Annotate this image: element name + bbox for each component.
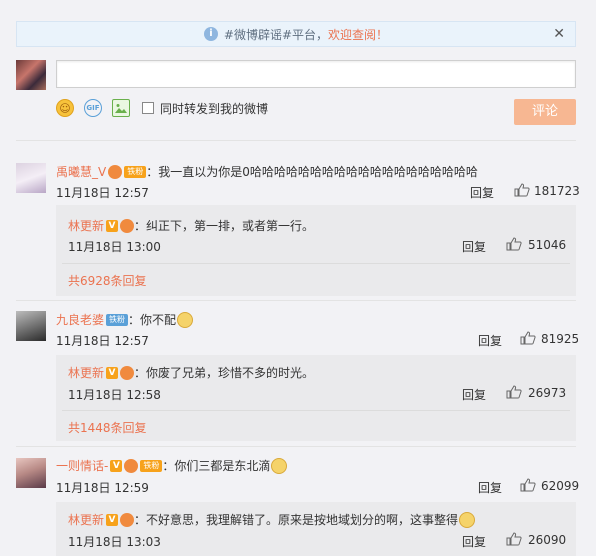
avatar[interactable] (16, 60, 46, 90)
like-icon[interactable] (506, 532, 522, 546)
divider (16, 446, 576, 447)
emoji-icon (177, 311, 194, 328)
gif-icon[interactable]: GIF (84, 99, 102, 117)
reply-button[interactable]: 回复 (462, 386, 486, 403)
like-icon[interactable] (520, 478, 536, 492)
sub-username[interactable]: 林更新 (68, 364, 104, 381)
sync-checkbox[interactable] (142, 102, 154, 114)
divider (16, 140, 576, 141)
like-icon[interactable] (514, 183, 530, 197)
notice-link[interactable]: 欢迎查阅！ (328, 26, 388, 43)
divider (16, 300, 576, 301)
emoji-icon[interactable]: ☺ (56, 99, 74, 117)
comment-input[interactable] (56, 60, 576, 88)
sub-text: ：你废了兄弟，珍惜不多的时光。 (134, 366, 315, 380)
more-replies-link[interactable]: 共1448条回复 (68, 419, 147, 436)
weibo-comment-panel: i #微博辟谣#平台， 欢迎查阅！ ✕ ☺ GIF 同时转发到我的微博 评论 禹… (0, 0, 596, 556)
comment-text: ：我一直以为你是0哈哈哈哈哈哈哈哈哈哈哈哈哈哈哈哈哈哈哈 (146, 165, 478, 179)
reply-button[interactable]: 回复 (462, 533, 486, 550)
info-icon: i (203, 27, 218, 41)
like-icon[interactable] (506, 237, 522, 251)
sub-reply-line: 林更新 V ：你废了兄弟，珍惜不多的时光。 (68, 364, 314, 381)
like-count: 51046 (528, 238, 567, 252)
reply-button[interactable]: 回复 (462, 238, 486, 255)
verified-icon: V (106, 366, 119, 379)
medal-icon (108, 164, 123, 179)
like-icon[interactable] (520, 331, 536, 345)
like-count: 181723 (534, 184, 580, 198)
medal-icon (120, 512, 135, 527)
sync-label: 同时转发到我的微博 (160, 101, 269, 116)
comment-text: ：你不配 (128, 313, 177, 327)
verified-icon: V (110, 459, 123, 472)
medal-icon (120, 218, 135, 233)
compose-toolbar: ☺ GIF 同时转发到我的微博 (56, 98, 268, 118)
like-count: 26090 (528, 533, 567, 547)
comment-text: ：你们三都是东北滴 (162, 459, 271, 473)
sub-time: 11月18日 13:03 (68, 535, 161, 549)
avatar[interactable] (16, 458, 46, 488)
fan-badge: 铁粉 (106, 313, 129, 326)
like-count: 81925 (541, 332, 580, 346)
avatar[interactable] (16, 163, 46, 193)
comment-username[interactable]: 禹曦慧_V (56, 163, 106, 180)
verified-icon: V (106, 513, 119, 526)
comment-line: 九良老婆 铁粉 ：你不配 (56, 311, 194, 328)
reply-button[interactable]: 回复 (478, 479, 502, 496)
fan-badge: 铁粉 (140, 459, 163, 472)
sub-text: ：不好意思，我理解错了。原来是按地域划分的啊，这事整得 (134, 513, 459, 527)
like-count: 26973 (528, 386, 567, 400)
emoji-icon (459, 511, 476, 528)
divider (62, 263, 570, 264)
like-icon[interactable] (506, 385, 522, 399)
comment-line: 禹曦慧_V 铁粉 ：我一直以为你是0哈哈哈哈哈哈哈哈哈哈哈哈哈哈哈哈哈哈哈 (56, 163, 478, 180)
comment-button[interactable]: 评论 (514, 99, 576, 125)
divider (62, 410, 570, 411)
sub-text: ：纠正下，第一排，或者第一行。 (134, 219, 315, 233)
close-icon[interactable]: ✕ (553, 26, 565, 42)
sub-username[interactable]: 林更新 (68, 217, 104, 234)
sub-time: 11月18日 12:58 (68, 388, 161, 402)
comment-line: 一则情话- V 铁粉 ：你们三都是东北滴 (56, 457, 288, 474)
like-count: 62099 (541, 479, 580, 493)
avatar[interactable] (16, 311, 46, 341)
more-replies-link[interactable]: 共6928条回复 (68, 272, 147, 289)
emoji-icon (271, 457, 288, 474)
sub-time: 11月18日 13:00 (68, 240, 161, 254)
verified-icon: V (106, 219, 119, 232)
sub-reply-line: 林更新 V ：纠正下，第一排，或者第一行。 (68, 217, 314, 234)
medal-icon (120, 365, 135, 380)
fan-badge: 铁粉 (124, 165, 147, 178)
sub-reply-line: 林更新 V ：不好意思，我理解错了。原来是按地域划分的啊，这事整得 (68, 511, 476, 528)
comment-time: 11月18日 12:59 (56, 481, 149, 495)
medal-icon (124, 458, 139, 473)
comment-time: 11月18日 12:57 (56, 334, 149, 348)
comment-username[interactable]: 一则情话- (56, 457, 108, 474)
reply-button[interactable]: 回复 (470, 184, 494, 201)
notice-bar: i #微博辟谣#平台， 欢迎查阅！ ✕ (16, 21, 576, 47)
comment-username[interactable]: 九良老婆 (56, 311, 104, 328)
reply-button[interactable]: 回复 (478, 332, 502, 349)
notice-text: #微博辟谣#平台， (223, 27, 329, 42)
comment-time: 11月18日 12:57 (56, 186, 149, 200)
sub-username[interactable]: 林更新 (68, 511, 104, 528)
image-icon[interactable] (112, 99, 130, 117)
